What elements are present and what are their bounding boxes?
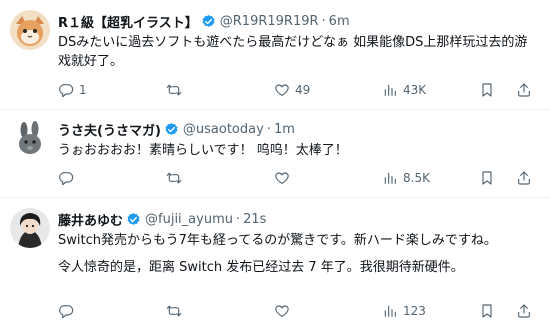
timeline-feed: R１級【超乳イラスト】 @R19R19R19R · 6m DSみたいに過去ソフト… (0, 0, 550, 332)
verified-badge-icon (201, 14, 216, 29)
verified-badge-icon (164, 122, 179, 137)
views-icon (384, 84, 396, 96)
bookmark-button[interactable] (479, 82, 495, 98)
reply-icon (59, 84, 74, 98)
tweet-text: Switch発売からもう7年も経ってるのが驚きです。新ハード楽しみですね。 令人… (58, 231, 540, 277)
share-button[interactable] (516, 170, 532, 186)
timestamp[interactable]: 1m (274, 122, 295, 137)
tweet[interactable]: 藤井あゆむ @fujii_ayumu · 21s Switch発売からもう7年も… (0, 198, 550, 332)
like-count: 49 (295, 83, 311, 97)
views-button[interactable]: 43K (382, 82, 426, 98)
retweet-button[interactable] (166, 303, 187, 319)
action-bar: 123 (58, 301, 540, 321)
retweet-button[interactable] (166, 82, 187, 98)
separator: · (321, 13, 326, 29)
views-button[interactable]: 8.5K (382, 170, 430, 186)
bookmark-icon (482, 304, 492, 318)
tweet[interactable]: R１級【超乳イラスト】 @R19R19R19R · 6m DSみたいに過去ソフト… (0, 0, 550, 110)
retweet-button[interactable] (166, 170, 187, 186)
display-name[interactable]: うさ夫(うさマガ) (58, 120, 161, 139)
tweet-text-line: うぉおおおお！素晴らしいです！ 呜呜！太棒了！ (58, 143, 348, 158)
retweet-icon (166, 172, 182, 184)
retweet-icon (166, 305, 182, 317)
reply-button[interactable]: 1 (58, 82, 87, 98)
views-count: 43K (403, 83, 427, 97)
views-count: 123 (403, 304, 426, 318)
separator: · (235, 211, 241, 227)
avatar[interactable] (10, 208, 50, 248)
views-icon (384, 305, 396, 317)
tweet-text-line: DSみたいに過去ソフトも遊べたら最高だけどなぁ 如果能像DS上那样玩过去的游戏就… (58, 35, 528, 69)
avatar[interactable] (10, 119, 50, 159)
share-button[interactable] (516, 303, 532, 319)
share-button[interactable] (516, 82, 532, 98)
action-bar: 1 49 43K (58, 80, 540, 100)
bookmark-button[interactable] (479, 303, 495, 319)
display-name[interactable]: 藤井あゆむ (58, 210, 123, 229)
timestamp[interactable]: 21s (243, 212, 266, 227)
handle[interactable]: @R19R19R19R (220, 14, 319, 29)
share-icon (518, 304, 530, 318)
action-bar: 8.5K (58, 168, 540, 188)
handle[interactable]: @usaotoday (183, 122, 264, 137)
like-button[interactable] (274, 303, 295, 319)
views-button[interactable]: 123 (382, 303, 426, 319)
handle[interactable]: @fujii_ayumu (145, 212, 233, 227)
like-button[interactable]: 49 (274, 82, 310, 98)
tweet[interactable]: うさ夫(うさマガ) @usaotoday · 1m うぉおおおお！素晴らしいです… (0, 110, 550, 198)
like-icon (275, 305, 289, 317)
share-icon (518, 171, 530, 185)
like-button[interactable] (274, 170, 295, 186)
verified-badge-icon (126, 212, 141, 227)
bookmark-icon (482, 171, 492, 185)
tweet-text: うぉおおおお！素晴らしいです！ 呜呜！太棒了！ (58, 141, 540, 160)
display-name[interactable]: R１級【超乳イラスト】 (58, 12, 198, 31)
bookmark-button[interactable] (479, 170, 495, 186)
views-icon (384, 172, 396, 184)
reply-icon (59, 305, 74, 319)
bookmark-icon (482, 83, 492, 97)
reply-count: 1 (79, 83, 87, 97)
reply-icon (59, 172, 74, 186)
retweet-icon (166, 84, 182, 96)
timestamp[interactable]: 6m (329, 14, 350, 29)
tweet-text-line: 令人惊奇的是，距离 Switch 发布已经过去 7 年了。我很期待新硬件。 (58, 260, 464, 275)
reply-button[interactable] (58, 303, 79, 319)
views-count: 8.5K (403, 171, 430, 185)
tweet-text: DSみたいに過去ソフトも遊べたら最高だけどなぁ 如果能像DS上那样玩过去的游戏就… (58, 33, 540, 71)
like-icon (275, 84, 289, 96)
separator: · (266, 121, 271, 137)
reply-button[interactable] (58, 170, 79, 186)
like-icon (275, 172, 289, 184)
avatar[interactable] (10, 10, 50, 50)
share-icon (518, 83, 530, 97)
tweet-text-line: Switch発売からもう7年も経ってるのが驚きです。新ハード楽しみですね。 (58, 233, 497, 248)
